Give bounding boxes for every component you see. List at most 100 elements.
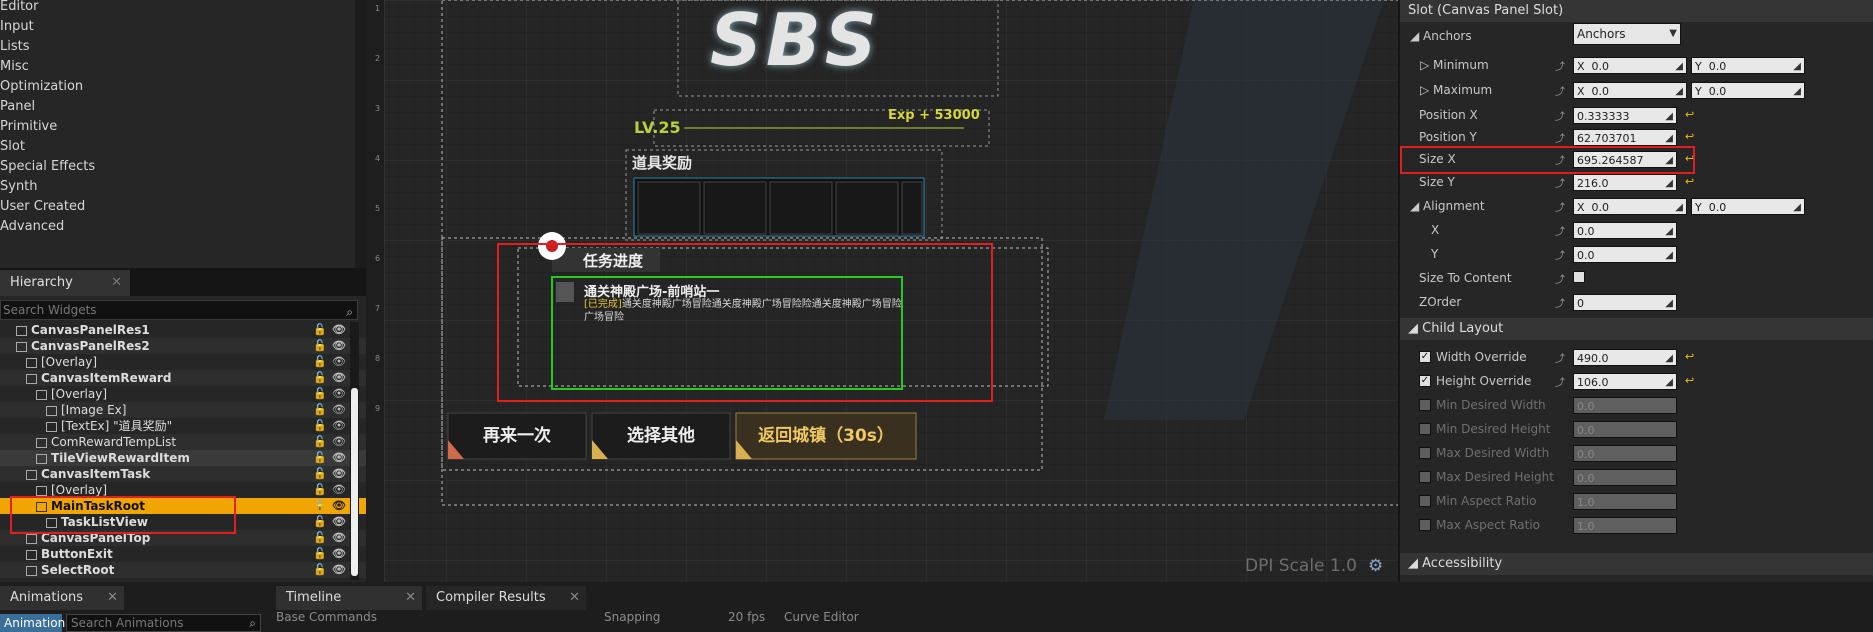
size-to-content-checkbox[interactable] [1573,271,1585,283]
tree-row[interactable]: ButtonExit 🔓 👁 [0,546,376,562]
eye-icon[interactable]: 👁 [332,546,346,562]
palette-category[interactable]: Input [0,17,34,37]
tree-row[interactable]: CanvasItemReward 🔓 👁 [0,370,376,386]
eye-icon[interactable]: 👁 [332,402,346,418]
link-icon[interactable]: ⤴ [1555,58,1565,73]
eye-icon[interactable]: 👁 [332,498,346,514]
link-icon[interactable]: ⤴ [1555,350,1565,365]
tab-compiler-results[interactable]: Compiler Results ✕ [426,586,586,610]
max-desired-width-checkbox[interactable] [1419,447,1431,459]
search-animations-input[interactable]: Search Animations ⌕ [66,614,261,632]
position-y-field[interactable]: 62.703701 ◢ [1573,129,1677,146]
close-icon[interactable]: ✕ [405,586,416,610]
alignment-y-field[interactable]: Y 0.0 ◢ [1691,198,1805,215]
alignment-x-field[interactable]: X 0.0 ◢ [1573,198,1687,215]
eye-icon[interactable]: 👁 [332,482,346,498]
minimum-x-field[interactable]: X 0.0 ◢ [1573,57,1687,74]
eye-icon[interactable]: 👁 [332,450,346,466]
link-icon[interactable]: ⤴ [1555,83,1565,98]
link-icon[interactable]: ⤴ [1555,175,1565,190]
max-aspect-ratio-checkbox[interactable] [1419,519,1431,531]
height-override-checkbox[interactable]: ✓ [1419,375,1431,387]
hierarchy-scrollbar[interactable] [350,322,359,580]
size-y-field[interactable]: 216.0 ◢ [1573,174,1677,191]
lock-icon[interactable]: 🔓 [313,482,327,498]
position-x-field[interactable]: 0.333333 ◢ [1573,107,1677,124]
minimum-y-field[interactable]: Y 0.0 ◢ [1691,57,1805,74]
accessibility-section-header[interactable]: ◢ Accessibility [1400,553,1873,575]
reset-icon[interactable]: ↩ [1685,350,1694,363]
eye-icon[interactable]: 👁 [332,530,346,546]
add-animation-button[interactable]: Animation [0,614,65,632]
palette-category[interactable]: Misc [0,57,29,77]
lock-icon[interactable]: 🔓 [313,418,327,434]
eye-icon[interactable]: 👁 [332,386,346,402]
close-icon[interactable]: ✕ [569,586,580,610]
eye-icon[interactable]: 👁 [332,466,346,482]
reset-icon[interactable]: ↩ [1685,108,1694,121]
choose-other-button[interactable]: 选择其他 [592,413,730,459]
reset-icon[interactable]: ↩ [1685,175,1694,188]
min-aspect-ratio-checkbox[interactable] [1419,495,1431,507]
lock-icon[interactable]: 🔓 [313,450,327,466]
eye-icon[interactable]: 👁 [332,514,346,530]
palette-category[interactable]: Advanced [0,217,64,237]
eye-icon[interactable]: 👁 [332,562,346,578]
tab-timeline[interactable]: Timeline ✕ [276,586,422,610]
close-icon[interactable]: ✕ [111,270,122,296]
lock-icon[interactable]: 🔓 [313,370,327,386]
lock-icon[interactable]: 🔓 [313,354,327,370]
palette-category[interactable]: Optimization [0,77,83,97]
lock-icon[interactable]: 🔓 [313,402,327,418]
retry-button[interactable]: 再来一次 [448,413,586,459]
lock-icon[interactable]: 🔓 [313,530,327,546]
slot-section-header[interactable]: Slot (Canvas Panel Slot) [1400,0,1873,22]
eye-icon[interactable]: 👁 [332,322,346,338]
alignment-x-sub-field[interactable]: 0.0 ◢ [1573,222,1677,239]
tree-row[interactable]: [Image Ex] 🔓 👁 [0,402,396,418]
eye-icon[interactable]: 👁 [332,418,346,434]
eye-icon[interactable]: 👁 [332,338,346,354]
eye-icon[interactable]: 👁 [332,434,346,450]
palette-category[interactable]: Slot [0,137,25,157]
lock-icon[interactable]: 🔓 [313,386,327,402]
maximum-x-field[interactable]: X 0.0 ◢ [1573,82,1687,99]
lock-icon[interactable]: 🔓 [313,338,327,354]
anchors-dropdown[interactable]: Anchors ▼ [1573,23,1681,45]
alignment-y-sub-field[interactable]: 0.0 ◢ [1573,246,1677,263]
width-override-checkbox[interactable]: ✓ [1419,351,1431,363]
height-override-field[interactable]: 106.0 ◢ [1573,373,1677,390]
hierarchy-search-input[interactable]: Search Widgets ⌕ [0,300,358,320]
link-icon[interactable]: ⤴ [1555,223,1565,238]
eye-icon[interactable]: 👁 [332,354,346,370]
zorder-field[interactable]: 0 ◢ [1573,294,1677,311]
palette-category[interactable]: Panel [0,97,35,117]
tree-row[interactable]: SelectRoot 🔓 👁 [0,562,376,578]
reset-icon[interactable]: ↩ [1685,374,1694,387]
tree-row[interactable]: [Overlay] 🔓 👁 [0,354,376,370]
link-icon[interactable]: ⤴ [1555,130,1565,145]
return-town-button[interactable]: 返回城镇（30s） [736,413,916,459]
link-icon[interactable]: ⤴ [1555,374,1565,389]
tab-animations[interactable]: Animations ✕ [0,586,124,610]
tree-row[interactable]: CanvasPanelRes2 🔓 👁 [0,338,366,354]
palette-category[interactable]: Editor [0,0,38,17]
lock-icon[interactable]: 🔓 [313,562,327,578]
lock-icon[interactable]: 🔓 [313,514,327,530]
tree-row[interactable]: CanvasPanelRes1 🔓 👁 [0,322,366,338]
curve-editor-button[interactable]: Curve Editor [784,610,859,624]
link-icon[interactable]: ⤴ [1555,108,1565,123]
maximum-y-field[interactable]: Y 0.0 ◢ [1691,82,1805,99]
lock-icon[interactable]: 🔓 [313,466,327,482]
lock-icon[interactable]: 🔓 [313,434,327,450]
link-icon[interactable]: ⤴ [1555,199,1565,214]
tree-row[interactable]: ComRewardTempList 🔓 👁 [0,434,386,450]
gear-icon[interactable]: ⚙ [1368,556,1383,576]
palette-scrollbar[interactable] [355,0,366,268]
lock-icon[interactable]: 🔓 [313,322,327,338]
tree-row[interactable]: [Overlay] 🔓 👁 [0,386,386,402]
tree-row[interactable]: [TextEx] "道具奖励" 🔓 👁 [0,418,396,434]
max-desired-height-checkbox[interactable] [1419,471,1431,483]
tree-row[interactable]: TileViewRewardItem 🔓 👁 [0,450,386,466]
tree-row[interactable]: CanvasItemTask 🔓 👁 [0,466,376,482]
